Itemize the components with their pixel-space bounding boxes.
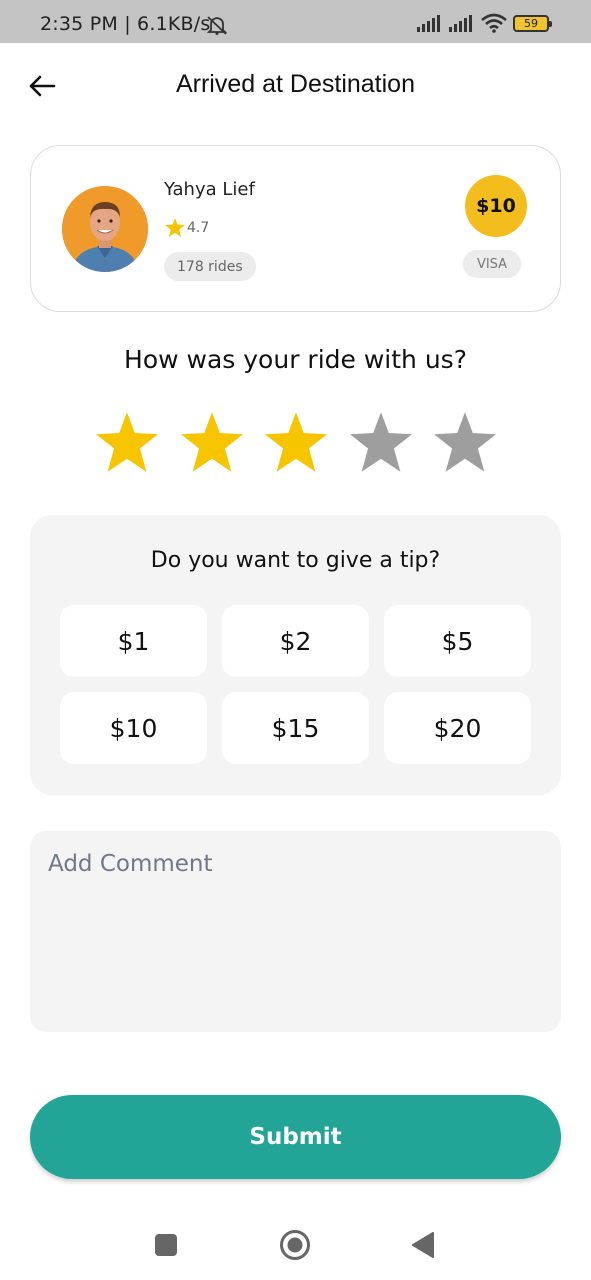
- rating-question: How was your ride with us?: [124, 345, 467, 374]
- signal-icon: [417, 15, 440, 32]
- status-bar: 2:35 PM | 6.1KB/s 59: [0, 0, 591, 43]
- tip-option[interactable]: $20: [384, 692, 531, 764]
- star-icon: [165, 218, 185, 237]
- system-nav-bar: [0, 1208, 591, 1280]
- status-icons: 59: [417, 12, 552, 34]
- tip-option[interactable]: $10: [60, 692, 207, 764]
- star-filled-icon[interactable]: [180, 411, 243, 473]
- star-filled-icon[interactable]: [265, 411, 327, 473]
- driver-photo: [62, 186, 148, 272]
- mute-icon: [206, 16, 228, 35]
- recent-apps-button[interactable]: [149, 1228, 183, 1262]
- square-icon: [155, 1234, 177, 1256]
- rating-value: 4.7: [187, 219, 210, 236]
- submit-button[interactable]: Submit: [30, 1095, 561, 1179]
- signal-icon: [449, 15, 472, 32]
- tip-option[interactable]: $15: [222, 692, 369, 764]
- comment-input[interactable]: [30, 831, 561, 1032]
- fare-amount: $10: [465, 175, 527, 237]
- driver-card: Yahya Lief 4.7 178 rides $10 VISA: [30, 145, 561, 312]
- tip-question: Do you want to give a tip?: [150, 548, 441, 573]
- back-nav-button[interactable]: [406, 1228, 440, 1262]
- payment-method-badge: VISA: [463, 250, 521, 278]
- battery-level: 59: [524, 16, 538, 30]
- wifi-icon: [481, 13, 507, 33]
- rides-count-badge: 178 rides: [164, 252, 256, 281]
- star-rating: [96, 411, 496, 475]
- status-time: 2:35 PM | 6.1KB/s: [40, 13, 211, 35]
- tip-option[interactable]: $1: [60, 605, 207, 677]
- tip-panel: Do you want to give a tip? $1 $2 $5 $10 …: [30, 515, 561, 795]
- home-button[interactable]: [278, 1228, 312, 1262]
- star-empty-icon[interactable]: [434, 411, 496, 473]
- battery-icon: 59: [513, 14, 552, 32]
- tip-option[interactable]: $5: [384, 605, 531, 677]
- avatar: [62, 186, 148, 272]
- star-empty-icon[interactable]: [349, 411, 412, 473]
- triangle-back-icon: [412, 1232, 434, 1258]
- driver-rating: 4.7: [165, 218, 209, 237]
- driver-name: Yahya Lief: [164, 179, 255, 200]
- page-title: Arrived at Destination: [175, 70, 415, 98]
- circle-home-icon: [280, 1230, 310, 1260]
- star-filled-icon[interactable]: [96, 411, 158, 473]
- tip-option[interactable]: $2: [222, 605, 369, 677]
